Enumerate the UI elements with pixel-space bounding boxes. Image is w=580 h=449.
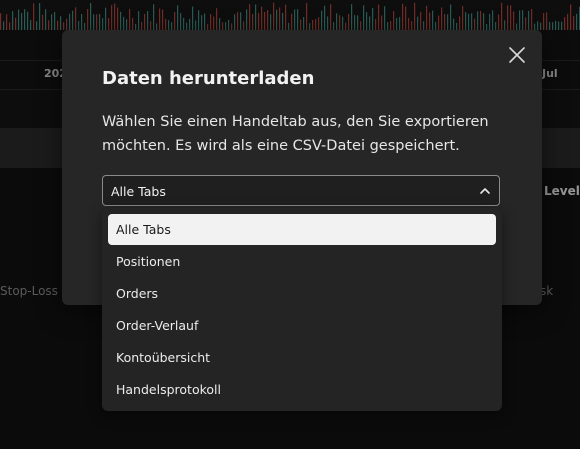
- dialog-description: Wählen Sie einen Handeltab aus, den Sie …: [102, 114, 489, 154]
- tab-select-dropdown: Alle Tabs Positionen Orders Order-Verlau…: [102, 208, 502, 411]
- close-icon: [509, 47, 525, 63]
- dialog-title: Daten herunterladen: [102, 68, 315, 89]
- option-kontouebersicht[interactable]: Kontoübersicht: [108, 342, 496, 373]
- tab-select-value: Alle Tabs: [111, 184, 166, 199]
- option-order-verlauf[interactable]: Order-Verlauf: [108, 310, 496, 341]
- close-button[interactable]: [506, 44, 528, 66]
- chevron-up-icon: [480, 188, 490, 194]
- option-alle-tabs[interactable]: Alle Tabs: [108, 214, 496, 245]
- option-handelsprotokoll[interactable]: Handelsprotokoll: [108, 374, 496, 405]
- trading-app-background: 202 Jul Level Stop-Loss sk Daten herunte…: [0, 0, 580, 449]
- option-positionen[interactable]: Positionen: [108, 246, 496, 277]
- tab-select[interactable]: Alle Tabs: [102, 175, 500, 206]
- option-orders[interactable]: Orders: [108, 278, 496, 309]
